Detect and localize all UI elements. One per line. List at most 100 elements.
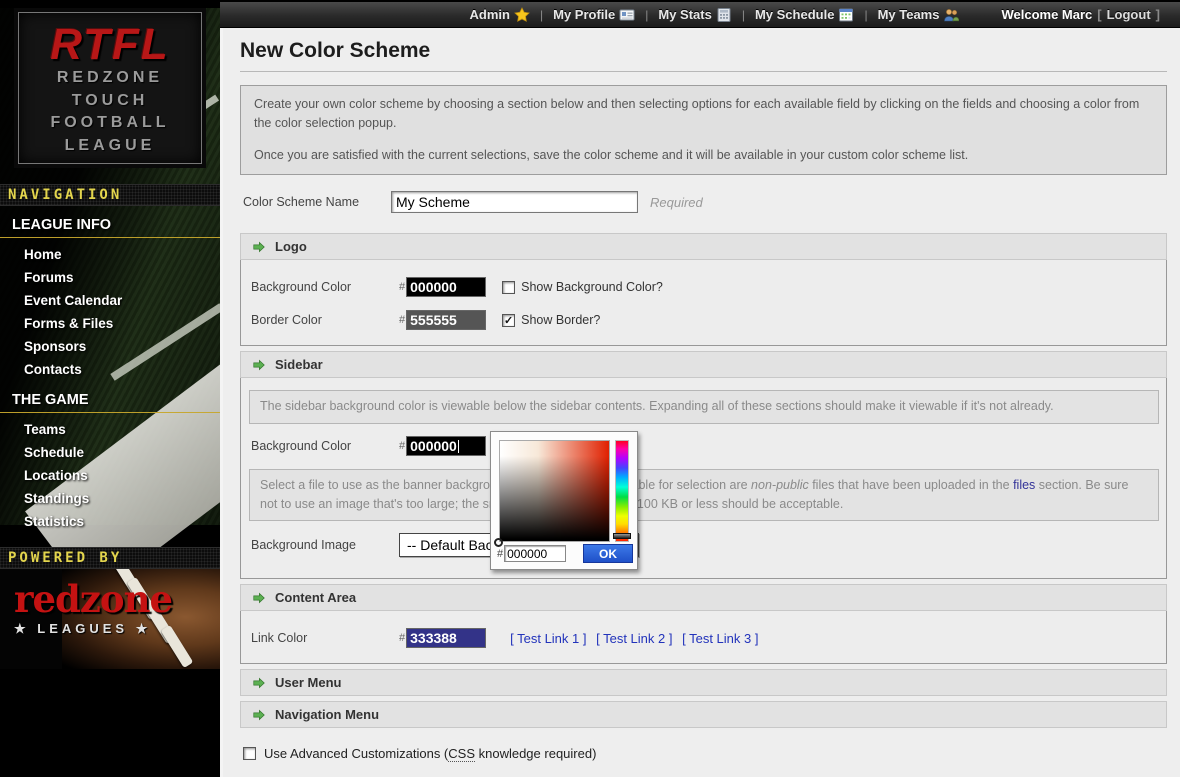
menu-admin[interactable]: Admin [470, 7, 530, 23]
show-border-label: Show Border? [521, 313, 600, 327]
green-arrow-icon [252, 676, 266, 690]
sidebar-bg-color-row: Background Color # 000000 [251, 436, 1159, 456]
green-arrow-icon [252, 240, 266, 254]
group-icon [943, 7, 959, 23]
green-arrow-icon [252, 708, 266, 722]
link-color-input[interactable]: 333388 [406, 628, 486, 648]
menu-my-profile-label: My Profile [553, 7, 615, 22]
section-header-user-menu[interactable]: User Menu [240, 669, 1167, 696]
section-title-logo: Logo [275, 239, 307, 254]
scheme-name-input[interactable] [391, 191, 638, 213]
menu-my-stats-label: My Stats [658, 7, 711, 22]
menu-separator: | [739, 8, 748, 22]
show-border-checkbox[interactable]: ✓ [502, 314, 515, 327]
logo-bg-color-row: Background Color # 000000 Show Backgroun… [251, 277, 1159, 297]
intro-paragraph-1: Create your own color scheme by choosing… [254, 95, 1153, 134]
css-abbr: CSS [448, 746, 475, 762]
hue-slider-handle[interactable] [613, 533, 631, 539]
hue-slider[interactable] [615, 440, 629, 542]
checkmark: ✓ [504, 314, 513, 327]
section-header-navigation-menu[interactable]: Navigation Menu [240, 701, 1167, 728]
star-icon [514, 7, 530, 23]
background-image-label: Background Image [251, 538, 399, 552]
required-hint: Required [650, 195, 703, 210]
powered-by-band: POWERED BY [0, 547, 220, 569]
advanced-customizations-checkbox[interactable] [243, 747, 256, 760]
section-title-content-area: Content Area [275, 590, 356, 605]
green-arrow-icon [252, 358, 266, 372]
color-picker-popup: # OK [490, 431, 638, 570]
saturation-value-square[interactable] [499, 440, 610, 542]
picker-ok-button[interactable]: OK [583, 544, 633, 563]
section-header-logo[interactable]: Logo [240, 233, 1167, 260]
logout-link[interactable]: Logout [1107, 7, 1151, 22]
calendar-icon [838, 7, 854, 23]
sidebar: RTFL REDZONE TOUCH FOOTBALL LEAGUE NAVIG… [0, 0, 220, 777]
sidebar-bg-color-input[interactable]: 000000 [406, 436, 486, 456]
section-body-sidebar: The sidebar background color is viewable… [240, 378, 1167, 579]
sidebar-item-schedule[interactable]: Schedule [0, 441, 220, 464]
menu-my-schedule[interactable]: My Schedule [755, 7, 854, 23]
hash-prefix: # [497, 548, 503, 560]
hash-prefix: # [399, 440, 405, 452]
background-image-row: Background Image -- Default Background -… [251, 533, 1159, 557]
redzone-leagues-logo[interactable]: redzone ★ LEAGUES ★ [0, 569, 220, 669]
sidebar-item-forms-files[interactable]: Forms & Files [0, 312, 220, 335]
logout-bracket-close: ] [1156, 7, 1160, 22]
link-color-label: Link Color [251, 631, 399, 645]
section-header-content-area[interactable]: Content Area [240, 584, 1167, 611]
test-link-3[interactable]: [ Test Link 3 ] [682, 631, 758, 646]
green-arrow-icon [252, 591, 266, 605]
show-bg-color-checkbox[interactable] [502, 281, 515, 294]
text-caret [458, 440, 460, 453]
sidebar-item-teams[interactable]: Teams [0, 418, 220, 441]
menu-my-teams[interactable]: My Teams [878, 7, 960, 23]
league-logo[interactable]: RTFL REDZONE TOUCH FOOTBALL LEAGUE [18, 12, 202, 164]
sidebar-item-locations[interactable]: Locations [0, 464, 220, 487]
sidebar-item-statistics[interactable]: Statistics [0, 510, 220, 533]
advanced-customizations-row: Use Advanced Customizations (CSS knowled… [243, 746, 1167, 761]
logo-bg-color-input[interactable]: 000000 [406, 277, 486, 297]
scheme-name-row: Color Scheme Name Required [243, 191, 1167, 213]
navigation-band: NAVIGATION [0, 184, 220, 206]
advanced-customizations-label: Use Advanced Customizations (CSS knowled… [264, 746, 596, 761]
menu-separator: | [861, 8, 870, 22]
logo-border-color-label: Border Color [251, 313, 399, 327]
picker-hex-row: # OK [497, 544, 633, 563]
test-link-1[interactable]: [ Test Link 1 ] [510, 631, 586, 646]
test-links: [ Test Link 1 ] [ Test Link 2 ] [ Test L… [510, 631, 764, 646]
menu-my-stats[interactable]: My Stats [658, 7, 731, 23]
files-link[interactable]: files [1013, 478, 1035, 492]
welcome-text: Welcome Marc [1001, 7, 1092, 22]
league-logo-line: REDZONE [19, 67, 201, 90]
topbar-user-area: Welcome Marc [ Logout ] [1001, 7, 1160, 22]
show-bg-color-label: Show Background Color? [521, 280, 663, 294]
logout-bracket-open: [ [1097, 7, 1101, 22]
sidebar-item-forums[interactable]: Forums [0, 266, 220, 289]
menu-separator: | [642, 8, 651, 22]
section-header-sidebar[interactable]: Sidebar [240, 351, 1167, 378]
section-title-navigation-menu: Navigation Menu [275, 707, 379, 722]
page-title: New Color Scheme [240, 28, 1167, 71]
hash-prefix: # [399, 632, 405, 644]
sidebar-item-event-calendar[interactable]: Event Calendar [0, 289, 220, 312]
sidebar-bg-note: The sidebar background color is viewable… [249, 390, 1159, 423]
league-logo-line: LEAGUE [19, 135, 201, 158]
calculator-icon [716, 7, 732, 23]
nav-group-league-info: LEAGUE INFO Home Forums Event Calendar F… [0, 206, 220, 381]
picker-hex-input[interactable] [504, 545, 566, 562]
league-logo-acronym: RTFL [19, 23, 201, 67]
league-logo-line: FOOTBALL [19, 112, 201, 135]
sidebar-item-sponsors[interactable]: Sponsors [0, 335, 220, 358]
test-link-2[interactable]: [ Test Link 2 ] [596, 631, 672, 646]
intro-paragraph-2: Once you are satisfied with the current … [254, 146, 1153, 165]
sidebar-item-home[interactable]: Home [0, 243, 220, 266]
sidebar-item-standings[interactable]: Standings [0, 487, 220, 510]
menu-my-profile[interactable]: My Profile [553, 7, 635, 23]
nav-header-the-game: THE GAME [0, 381, 220, 413]
menu-my-schedule-label: My Schedule [755, 7, 834, 22]
hash-prefix: # [399, 314, 405, 326]
sidebar-item-contacts[interactable]: Contacts [0, 358, 220, 381]
logo-border-color-input[interactable]: 555555 [406, 310, 486, 330]
menu-admin-label: Admin [470, 7, 510, 22]
